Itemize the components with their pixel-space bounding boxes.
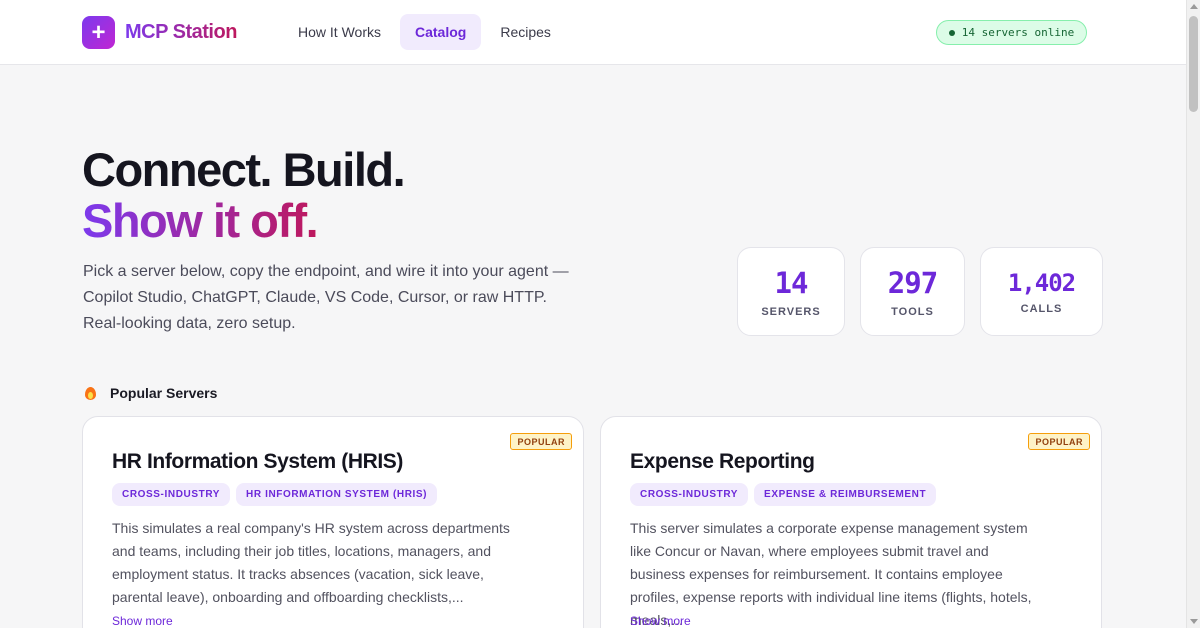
tag-chip: CROSS-INDUSTRY (112, 483, 231, 506)
card-title: HR Information System (HRIS) (112, 450, 403, 473)
tag-chip: EXPENSE & REIMBURSEMENT (754, 483, 937, 506)
card-tags: CROSS-INDUSTRY EXPENSE & REIMBURSEMENT (630, 483, 942, 506)
brand-name: MCP Station (125, 21, 237, 43)
scroll-up-arrow-icon[interactable] (1190, 4, 1198, 9)
stat-tools-value: 297 (887, 265, 938, 300)
show-more-link[interactable]: Show more (112, 614, 173, 628)
stat-servers: 14 SERVERS (737, 247, 845, 336)
popular-badge: POPULAR (1028, 433, 1090, 450)
stat-calls: 1,402 CALLS (980, 247, 1103, 336)
stat-servers-value: 14 (774, 265, 809, 300)
nav-catalog[interactable]: Catalog (399, 14, 482, 50)
status-dot-icon (948, 29, 955, 36)
hero-title-highlight: Show it off. (82, 194, 319, 247)
tag-chip: HR INFORMATION SYSTEM (HRIS) (236, 483, 438, 506)
servers-online-badge: 14 servers online (936, 20, 1087, 45)
server-card-hris[interactable]: POPULAR HR Information System (HRIS) CRO… (82, 416, 584, 628)
tag-chip: CROSS-INDUSTRY (630, 483, 749, 506)
main-nav: How It Works Catalog Recipes (283, 14, 570, 50)
nav-recipes[interactable]: Recipes (485, 14, 566, 50)
stat-tools-label: TOOLS (891, 305, 934, 318)
scrollbar-thumb[interactable] (1189, 16, 1198, 112)
card-description: This simulates a real company's HR syste… (112, 520, 510, 605)
scroll-down-arrow-icon[interactable] (1190, 619, 1198, 624)
page-scrollbar[interactable] (1186, 0, 1200, 628)
stat-tools: 297 TOOLS (860, 247, 965, 336)
hero-title: Connect. Build. (82, 143, 406, 196)
popular-badge: POPULAR (510, 433, 572, 450)
server-card-expense-reporting[interactable]: POPULAR Expense Reporting CROSS-INDUSTRY… (600, 416, 1102, 628)
popular-servers-heading: Popular Servers (84, 385, 217, 401)
brand-logo[interactable]: + MCP Station (82, 16, 237, 49)
stat-servers-label: SERVERS (761, 305, 821, 318)
show-more-link[interactable]: Show more (630, 614, 691, 628)
flame-icon (84, 385, 97, 401)
top-header: + MCP Station How It Works Catalog Recip… (0, 0, 1186, 65)
plus-logo-icon: + (82, 16, 115, 49)
hero-description: Pick a server below, copy the endpoint, … (83, 263, 569, 332)
stat-calls-label: CALLS (1020, 302, 1063, 315)
nav-how-it-works[interactable]: How It Works (283, 14, 396, 50)
card-description: This server simulates a corporate expens… (630, 520, 1032, 628)
card-title: Expense Reporting (630, 450, 815, 473)
servers-online-text: 14 servers online (961, 26, 1075, 39)
section-title: Popular Servers (110, 385, 218, 401)
stat-calls-value: 1,402 (1007, 268, 1076, 297)
card-tags: CROSS-INDUSTRY HR INFORMATION SYSTEM (HR… (112, 483, 443, 506)
